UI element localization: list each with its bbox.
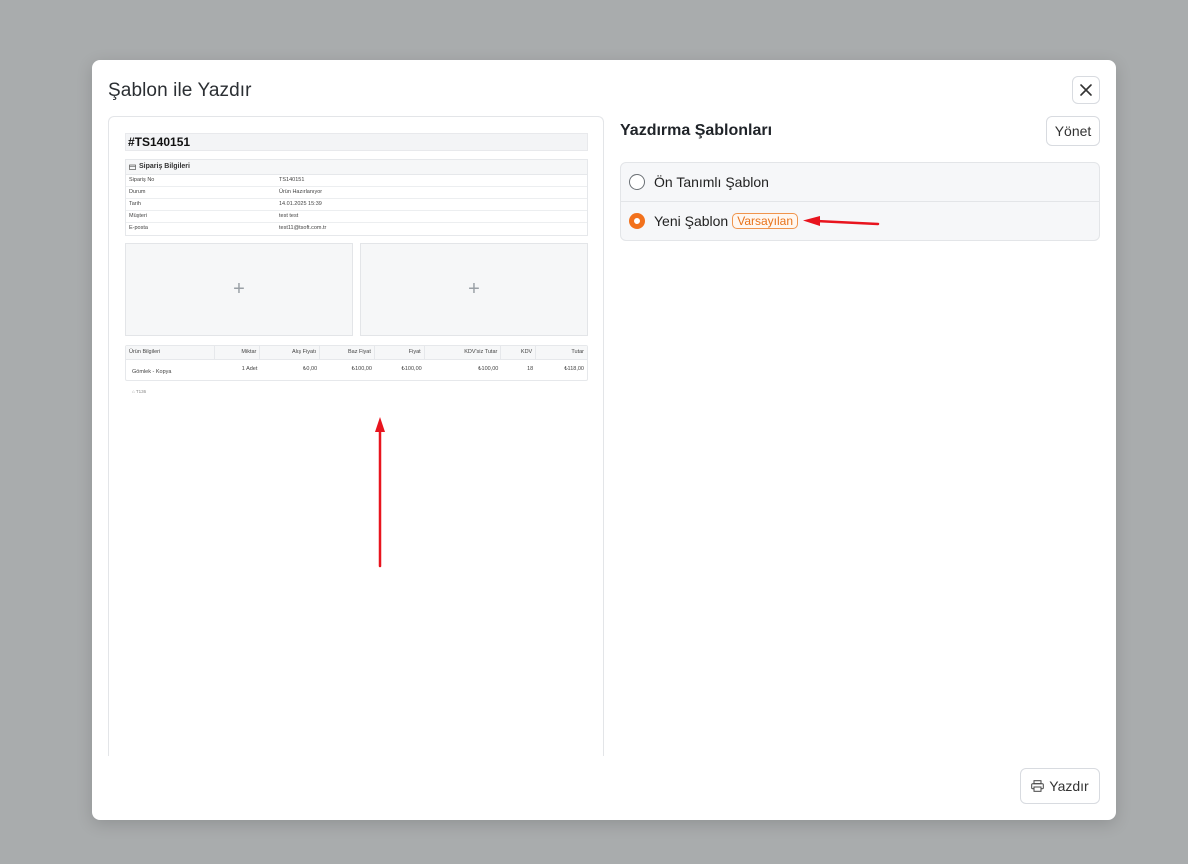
info-value: test11@tsoft.com.tr <box>279 225 327 231</box>
table-row: Gömlek - Kopya ⌂ T136 1 Adet ₺0,00 ₺100,… <box>126 360 587 394</box>
printer-icon <box>1031 780 1045 792</box>
column-header: Fiyat <box>375 346 425 359</box>
print-template-dialog: Şablon ile Yazdır #TS140151 Sipariş Bilg… <box>92 60 1116 820</box>
order-info-header: Sipariş Bilgileri <box>126 160 587 175</box>
table-cell: ₺100,00 <box>401 366 422 372</box>
info-value: Ürün Hazırlanıyor <box>279 189 323 195</box>
dialog-title: Şablon ile Yazdır <box>108 80 252 101</box>
table-cell: ₺100,00 <box>478 366 499 372</box>
info-value: test test <box>279 213 299 219</box>
product-info-cell: Gömlek - Kopya ⌂ T136 <box>126 360 215 394</box>
template-label: Yeni Şablon <box>654 213 729 229</box>
default-badge: Varsayılan <box>732 213 799 229</box>
template-option-new[interactable]: Yeni Şablon Varsayılan <box>621 201 1099 240</box>
template-label: Ön Tanımlı Şablon <box>654 174 769 190</box>
info-value: 14.01.2025 15:39 <box>279 201 322 207</box>
table-cell: ₺0,00 <box>302 366 318 372</box>
column-header: KDV'siz Tutar <box>425 346 502 359</box>
column-header: Baz Fiyat <box>320 346 375 359</box>
info-row: E-posta test11@tsoft.com.tr <box>126 223 587 235</box>
info-label: Tarih <box>129 201 141 207</box>
column-header: Alış Fiyatı <box>260 346 321 359</box>
close-icon <box>1080 84 1092 96</box>
order-info-title: Sipariş Bilgileri <box>139 163 190 170</box>
product-table: Ürün Bilgileri Miktar Alış Fiyatı Baz Fi… <box>125 345 588 394</box>
product-table-header: Ürün Bilgileri Miktar Alış Fiyatı Baz Fi… <box>126 346 587 360</box>
table-cell: ₺118,00 <box>564 366 584 372</box>
close-button[interactable] <box>1072 76 1100 104</box>
info-label: E-posta <box>129 225 148 231</box>
order-info-box: Sipariş Bilgileri Sipariş No TS140151 Du… <box>125 159 588 236</box>
info-row: Tarih 14.01.2025 15:39 <box>126 199 587 211</box>
manage-button[interactable]: Yönet <box>1046 116 1100 146</box>
table-cell: 1 Adet <box>241 366 258 372</box>
print-label: Yazdır <box>1049 778 1089 794</box>
column-header: Miktar <box>215 346 261 359</box>
column-header: Ürün Bilgileri <box>126 346 215 359</box>
tag-icon: ⌂ <box>132 389 135 394</box>
radio-checked-icon[interactable] <box>629 213 645 229</box>
info-row: Müşteri test test <box>126 211 587 223</box>
template-option-default[interactable]: Ön Tanımlı Şablon <box>621 163 1099 201</box>
info-label: Sipariş No <box>129 177 155 183</box>
info-row: Durum Ürün Hazırlanıyor <box>126 187 587 199</box>
box-icon <box>129 164 136 170</box>
info-label: Durum <box>129 189 146 195</box>
product-name: Gömlek - Kopya <box>132 369 172 375</box>
image-slot-right: + <box>360 243 588 336</box>
table-cell: 18 <box>527 366 534 372</box>
table-cell: ₺100,00 <box>351 366 372 372</box>
info-value: TS140151 <box>279 177 305 183</box>
templates-title: Yazdırma Şablonları <box>620 122 773 139</box>
column-header: KDV <box>501 346 537 359</box>
template-preview: #TS140151 Sipariş Bilgileri Sipariş No T… <box>108 116 604 756</box>
image-slot-left: + <box>125 243 353 336</box>
product-sku: ⌂ T136 <box>129 382 212 401</box>
preview-order-id: #TS140151 <box>125 133 588 151</box>
template-list: Ön Tanımlı Şablon Yeni Şablon Varsayılan <box>620 162 1100 241</box>
info-label: Müşteri <box>129 213 148 219</box>
product-sku-value: T136 <box>135 389 147 394</box>
print-button[interactable]: Yazdır <box>1020 768 1100 804</box>
column-header: Tutar <box>571 349 584 355</box>
info-row: Sipariş No TS140151 <box>126 175 587 187</box>
radio-unchecked-icon[interactable] <box>629 174 645 190</box>
